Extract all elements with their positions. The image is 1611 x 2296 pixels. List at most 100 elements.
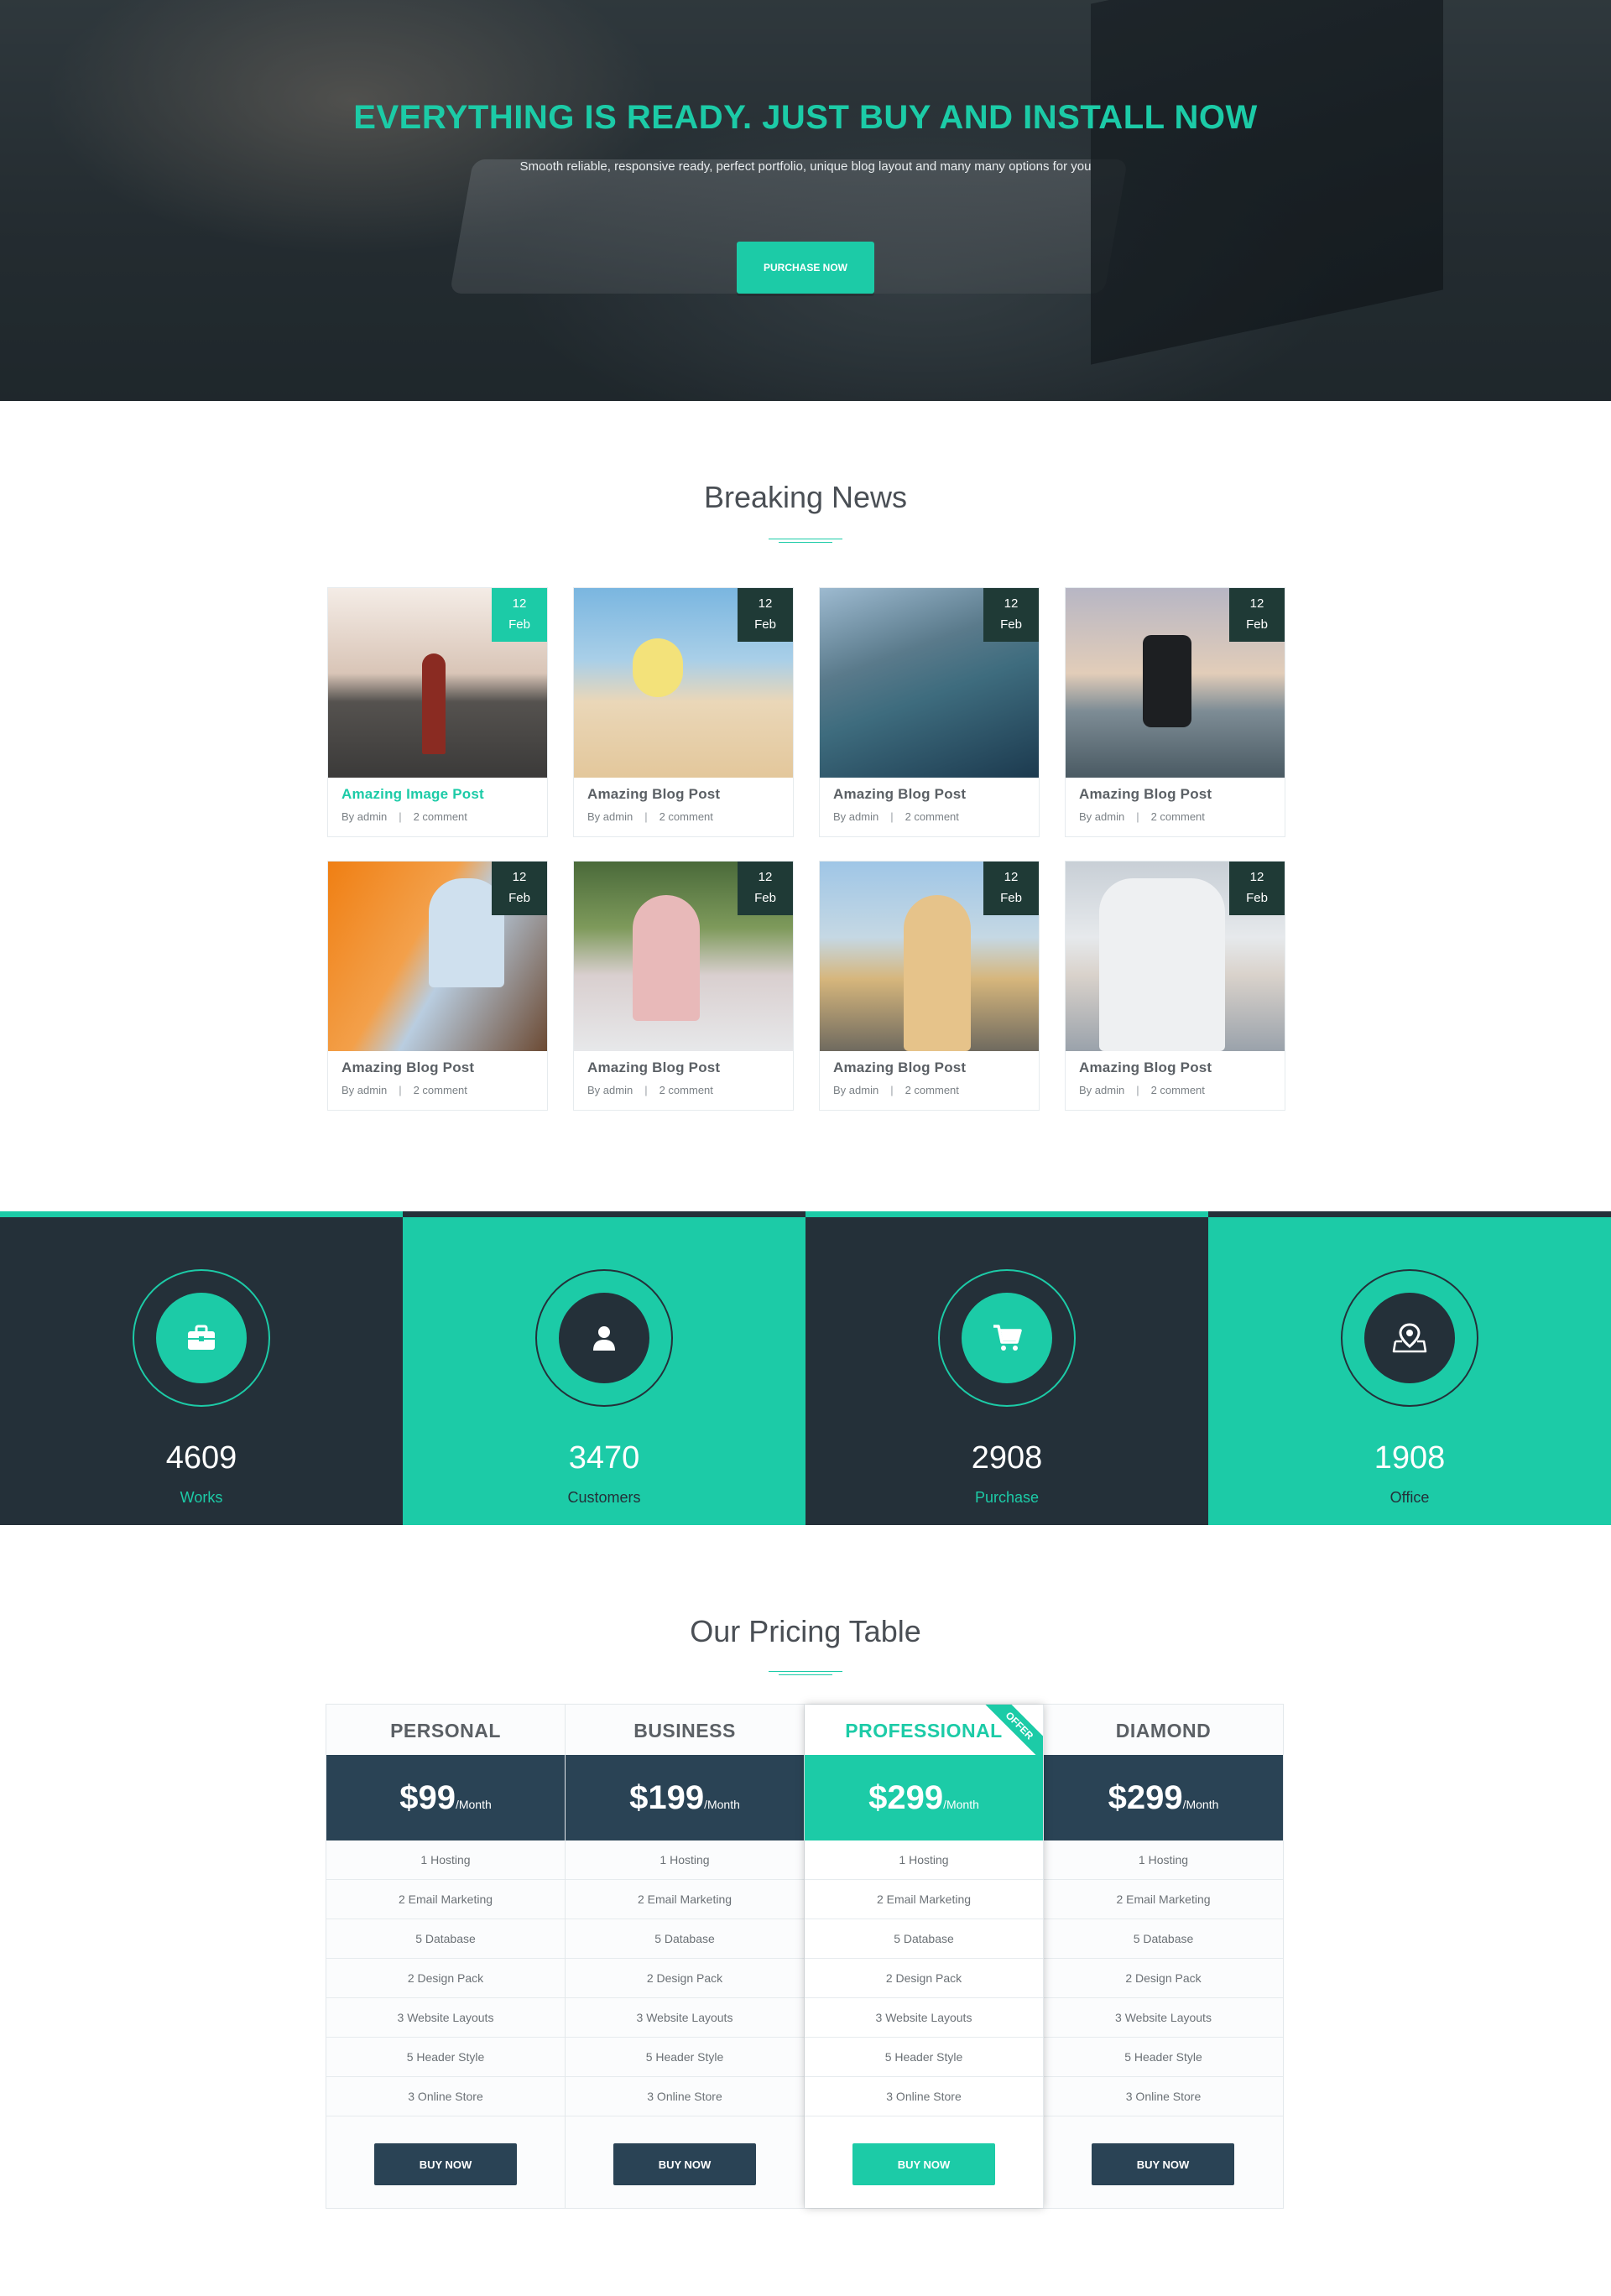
plan-feature: 1 Hosting (1044, 1840, 1283, 1880)
plan-feature: 1 Hosting (805, 1840, 1043, 1880)
post-author[interactable]: By admin (587, 810, 633, 823)
title-divider (769, 1671, 842, 1676)
post-author[interactable]: By admin (341, 810, 387, 823)
news-card[interactable]: 12 Feb Amazing Blog Post By admin | 2 comm… (327, 861, 548, 1111)
post-title[interactable]: Amazing Image Post (341, 786, 534, 803)
counter-ring (1341, 1269, 1478, 1407)
plan-diamond: DIAMOND $299/Month 1 Hosting 2 Email Mar… (1044, 1705, 1283, 2208)
post-comments[interactable]: 2 comment (660, 1084, 713, 1096)
post-title[interactable]: Amazing Blog Post (587, 1059, 779, 1076)
counter-value: 1908 (1374, 1440, 1446, 1476)
hero-title: EVERYTHING IS READY. JUST BUY AND INSTAL… (353, 99, 1258, 136)
post-image[interactable]: 12 Feb (820, 862, 1039, 1051)
post-comments[interactable]: 2 comment (1151, 1084, 1205, 1096)
buy-now-button[interactable]: BUY NOW (613, 2143, 756, 2185)
counter-disc (962, 1293, 1052, 1383)
news-card[interactable]: 12 Feb Amazing Image Post By admin | 2 com… (327, 587, 548, 837)
plan-feature: 5 Database (1044, 1919, 1283, 1959)
ribbon-label: OFFER (984, 1705, 1043, 1762)
counter-label: Works (180, 1489, 223, 1506)
hero-banner: EVERYTHING IS READY. JUST BUY AND INSTAL… (0, 0, 1611, 401)
post-title[interactable]: Amazing Blog Post (833, 786, 1025, 803)
post-figure (904, 895, 971, 1051)
title-divider (769, 539, 842, 544)
hero-subtitle: Smooth reliable, responsive ready, perfe… (519, 159, 1092, 174)
plan-feature: 3 Website Layouts (566, 1998, 804, 2038)
price-period: /Month (943, 1798, 979, 1811)
post-author[interactable]: By admin (1079, 810, 1124, 823)
post-image[interactable]: 12 Feb (574, 588, 793, 778)
post-comments[interactable]: 2 comment (905, 1084, 959, 1096)
purchase-now-button[interactable]: PURCHASE NOW (737, 242, 874, 294)
plan-feature: 2 Email Marketing (805, 1880, 1043, 1919)
post-author[interactable]: By admin (341, 1084, 387, 1096)
post-figure (1143, 635, 1191, 727)
counter-disc (1364, 1293, 1455, 1383)
post-author[interactable]: By admin (1079, 1084, 1124, 1096)
post-comments[interactable]: 2 comment (660, 810, 713, 823)
post-comments[interactable]: 2 comment (1151, 810, 1205, 823)
post-comments[interactable]: 2 comment (414, 810, 467, 823)
post-comments[interactable]: 2 comment (414, 1084, 467, 1096)
news-card[interactable]: 12 Feb Amazing Blog Post By admin | 2 comm… (819, 587, 1040, 837)
news-card[interactable]: 12 Feb Amazing Blog Post By admin | 2 comm… (573, 587, 794, 837)
date-month: Feb (1000, 617, 1022, 632)
plan-feature: 3 Website Layouts (1044, 1998, 1283, 2038)
meta-separator: | (399, 1084, 402, 1096)
plan-feature: 3 Website Layouts (326, 1998, 565, 2038)
briefcase-icon (188, 1325, 215, 1350)
counter-disc (559, 1293, 649, 1383)
post-author[interactable]: By admin (833, 1084, 878, 1096)
plan-feature: 5 Database (805, 1919, 1043, 1959)
date-badge: 12 Feb (983, 862, 1039, 915)
buy-now-button[interactable]: BUY NOW (374, 2143, 517, 2185)
plan-professional: OFFER PROFESSIONAL $299/Month 1 Hosting … (805, 1705, 1044, 2208)
plan-price: $199/Month (566, 1755, 804, 1840)
news-card[interactable]: 12 Feb Amazing Blog Post By admin | 2 comm… (573, 861, 794, 1111)
post-title[interactable]: Amazing Blog Post (1079, 786, 1271, 803)
post-title[interactable]: Amazing Blog Post (833, 1059, 1025, 1076)
post-figure (1099, 878, 1225, 1051)
post-author[interactable]: By admin (587, 1084, 633, 1096)
counter-value: 4609 (165, 1440, 237, 1476)
counter-label: Purchase (974, 1489, 1040, 1506)
post-image[interactable]: 12 Feb (1066, 862, 1285, 1051)
date-badge: 12 Feb (1229, 862, 1285, 915)
price-period: /Month (1182, 1798, 1219, 1811)
post-image[interactable]: 12 Feb (820, 588, 1039, 778)
news-card[interactable]: 12 Feb Amazing Blog Post By admin | 2 comm… (1065, 861, 1285, 1111)
meta-separator: | (644, 1084, 648, 1096)
post-author[interactable]: By admin (833, 810, 878, 823)
post-title[interactable]: Amazing Blog Post (341, 1059, 534, 1076)
plan-feature: 2 Design Pack (1044, 1959, 1283, 1998)
price-amount: $299 (868, 1778, 944, 1816)
meta-separator: | (1136, 810, 1139, 823)
counter-ring (938, 1269, 1076, 1407)
buy-now-button[interactable]: BUY NOW (852, 2143, 995, 2185)
news-card[interactable]: 12 Feb Amazing Blog Post By admin | 2 comm… (1065, 587, 1285, 837)
date-day: 12 (758, 596, 773, 611)
post-comments[interactable]: 2 comment (905, 810, 959, 823)
post-image[interactable]: 12 Feb (328, 588, 547, 778)
date-month: Feb (1246, 617, 1268, 632)
shopping-cart-icon (993, 1325, 1022, 1351)
post-meta: By admin | 2 comment (587, 810, 779, 823)
post-image[interactable]: 12 Feb (574, 862, 793, 1051)
plan-feature: 5 Header Style (805, 2038, 1043, 2077)
plan-price: $299/Month (1044, 1755, 1283, 1840)
post-image[interactable]: 12 Feb (328, 862, 547, 1051)
price-period: /Month (704, 1798, 740, 1811)
plan-price: $299/Month (805, 1755, 1043, 1840)
post-title[interactable]: Amazing Blog Post (1079, 1059, 1271, 1076)
date-badge: 12 Feb (738, 862, 793, 915)
post-meta: By admin | 2 comment (1079, 810, 1271, 823)
pricing-section: Our Pricing Table PERSONAL $99/Month 1 H… (0, 1525, 1611, 2296)
news-card[interactable]: 12 Feb Amazing Blog Post By admin | 2 comm… (819, 861, 1040, 1111)
date-day: 12 (512, 596, 527, 611)
date-day: 12 (512, 870, 527, 884)
post-title[interactable]: Amazing Blog Post (587, 786, 779, 803)
buy-now-button[interactable]: BUY NOW (1092, 2143, 1234, 2185)
post-image[interactable]: 12 Feb (1066, 588, 1285, 778)
plan-feature: 3 Online Store (1044, 2077, 1283, 2116)
news-grid: 12 Feb Amazing Image Post By admin | 2 com… (327, 587, 1285, 1111)
